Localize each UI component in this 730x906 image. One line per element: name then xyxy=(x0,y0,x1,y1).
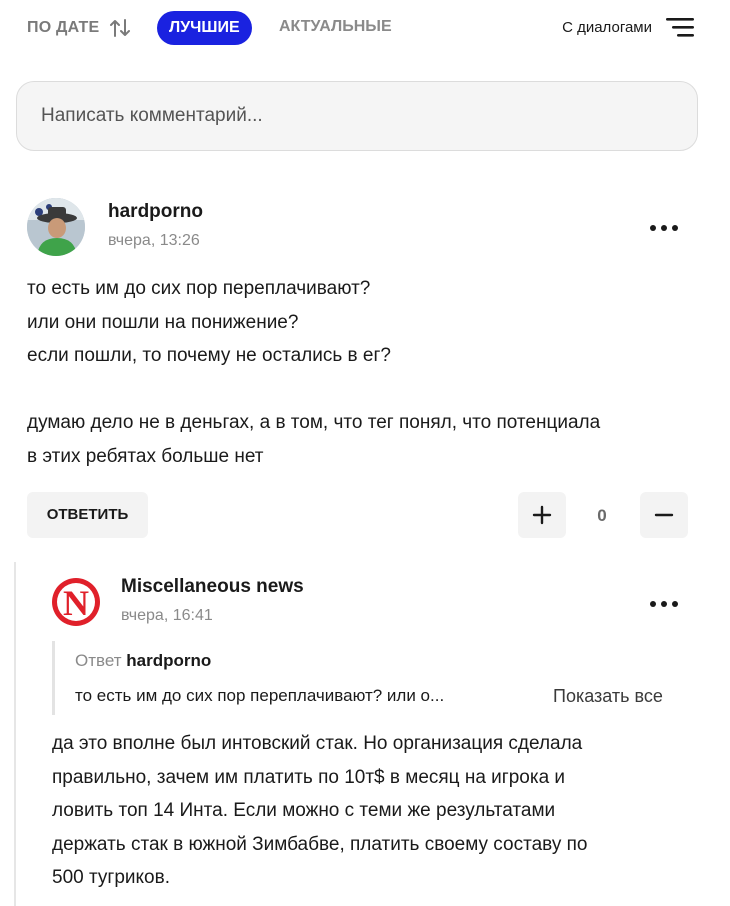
comment-line: ловить топ 14 Инта. Если можно с теми же… xyxy=(52,800,556,821)
comment-line: если пошли, то почему не остались в ег? xyxy=(27,345,391,366)
sort-actual-tab[interactable]: АКТУАЛЬНЫЕ xyxy=(279,18,392,36)
comment-line: в этих ребятах больше нет xyxy=(27,445,264,467)
sort-by-date-button[interactable]: ПО ДАТЕ xyxy=(27,18,131,38)
thread-line xyxy=(14,562,16,906)
dialogs-toggle[interactable]: С диалогами xyxy=(562,16,694,38)
menu-lines-icon xyxy=(666,18,694,37)
comment-line: или они пошли на понижение? xyxy=(27,311,299,333)
more-options-icon[interactable] xyxy=(645,594,683,614)
downvote-button[interactable] xyxy=(640,492,688,538)
comment-line: да это вполне был интовский стак. Но орг… xyxy=(52,733,583,754)
logo-letter: N xyxy=(63,583,89,623)
comment-body: да это вполне был интовский стак. Но орг… xyxy=(52,727,702,895)
reply-button[interactable]: ОТВЕТИТЬ xyxy=(27,492,148,538)
reply-quote: Ответ hardporno то есть им до сих пор пе… xyxy=(52,641,692,715)
quote-text: то есть им до сих пор переплачивают? или… xyxy=(75,686,445,705)
comment-line: правильно, зачем им платить по 10т$ в ме… xyxy=(52,766,566,788)
sort-arrows-icon xyxy=(110,19,131,37)
vote-count: 0 xyxy=(597,506,607,525)
comment-author[interactable]: hardporno xyxy=(108,201,203,223)
minus-icon xyxy=(654,513,674,517)
comment-input[interactable]: Написать комментарий... xyxy=(16,81,698,151)
comment-body: то есть им до сих пор переплачивают? или… xyxy=(27,272,707,473)
quote-header: Ответ hardporno xyxy=(75,651,211,671)
comment-line: то есть им до сих пор переплачивают? xyxy=(27,278,371,299)
plus-icon xyxy=(532,505,552,525)
comment-timestamp: вчера, 16:41 xyxy=(121,607,213,624)
comment-timestamp: вчера, 13:26 xyxy=(108,232,200,249)
dialogs-label: С диалогами xyxy=(562,18,652,36)
quote-author[interactable]: hardporno xyxy=(126,651,211,670)
sort-best-tab[interactable]: ЛУЧШИЕ xyxy=(157,11,252,45)
comment-line: 500 тугриков. xyxy=(52,867,170,888)
comment-author[interactable]: Miscellaneous news xyxy=(121,576,304,598)
sort-by-date-label: ПО ДАТЕ xyxy=(27,19,100,36)
comment-line: думаю дело не в деньгах, а в том, что те… xyxy=(27,412,601,433)
show-all-link[interactable]: Показать все xyxy=(553,686,663,707)
sort-bar: ПО ДАТЕ ЛУЧШИЕ АКТУАЛЬНЫЕ С диалогами xyxy=(0,0,730,56)
user-photo-icon xyxy=(27,198,85,256)
more-options-icon[interactable] xyxy=(645,218,683,238)
publisher-logo[interactable]: N xyxy=(52,578,100,626)
upvote-button[interactable] xyxy=(518,492,566,538)
comment-line: держать стак в южной Зимбабве, платить с… xyxy=(52,833,588,855)
avatar[interactable] xyxy=(27,198,85,256)
quote-prefix: Ответ xyxy=(75,651,122,670)
